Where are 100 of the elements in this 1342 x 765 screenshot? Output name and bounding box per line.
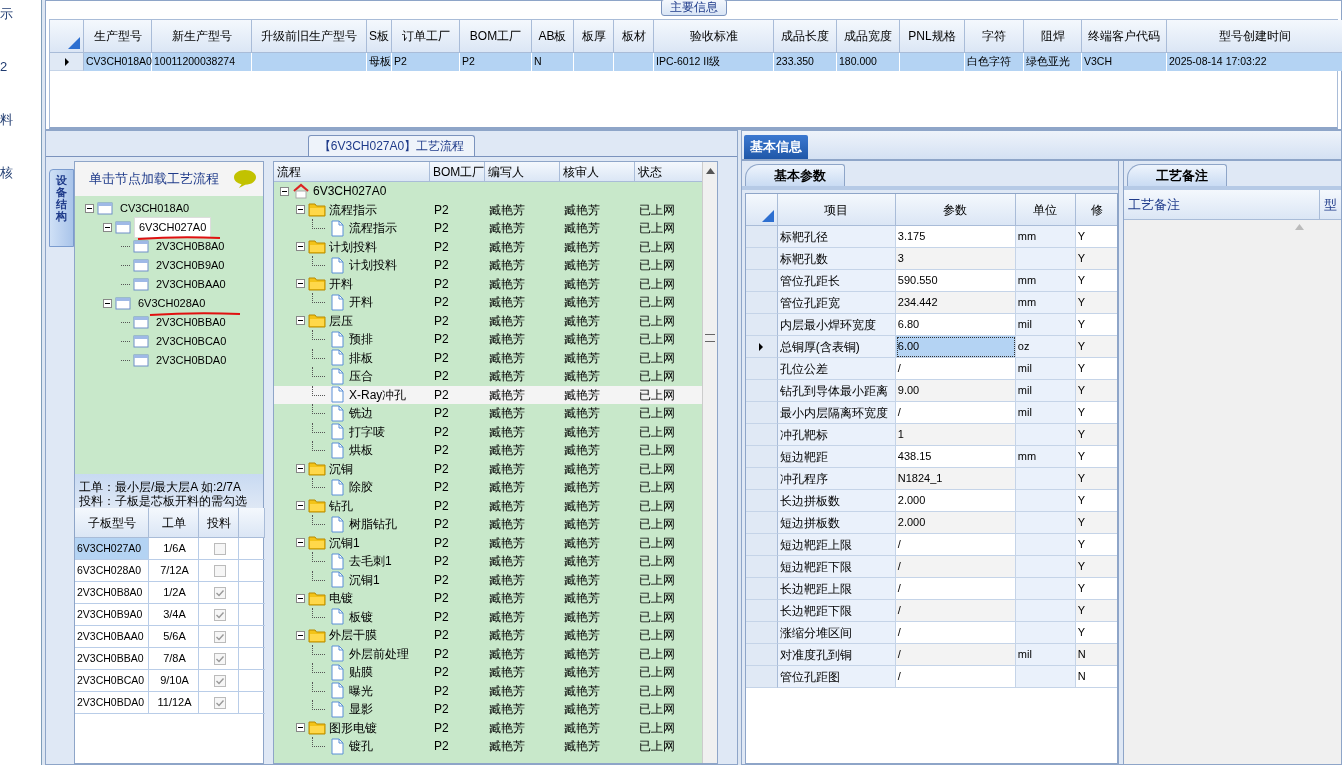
table-cell[interactable]: 6V3CH028A0 bbox=[75, 560, 149, 582]
checkbox[interactable] bbox=[213, 652, 226, 665]
tree-node[interactable]: 层压 bbox=[329, 311, 353, 330]
tree-node[interactable]: 曝光 bbox=[349, 681, 373, 700]
tree-node[interactable]: 镀孔 bbox=[349, 737, 373, 756]
column-header[interactable]: 状态 bbox=[635, 162, 703, 182]
nav-item[interactable]: 2 bbox=[0, 53, 41, 106]
tree-node[interactable]: 贴膜 bbox=[349, 663, 373, 682]
table-cell[interactable]: 2V3CH0BDA0 bbox=[75, 692, 149, 714]
value-field[interactable]: 3 bbox=[895, 248, 1016, 270]
tree-node[interactable]: 计划投料 bbox=[349, 256, 397, 275]
checkbox[interactable] bbox=[213, 674, 226, 687]
column-header[interactable]: 生产型号 bbox=[84, 20, 152, 53]
column-header[interactable]: 终端客户代码 bbox=[1082, 20, 1167, 53]
expand-toggle-icon[interactable] bbox=[296, 723, 305, 733]
expand-toggle-icon[interactable] bbox=[296, 205, 305, 215]
scroll-up-icon[interactable] bbox=[705, 168, 715, 174]
value-field[interactable]: / bbox=[895, 556, 1016, 578]
column-header[interactable]: 子板型号 bbox=[75, 508, 149, 538]
tree-node[interactable]: 沉铜1 bbox=[349, 570, 380, 589]
tree-node[interactable]: 外层前处理 bbox=[349, 644, 409, 663]
tree-node[interactable]: 图形电镀 bbox=[329, 718, 377, 737]
column-header[interactable]: 订单工厂 bbox=[392, 20, 460, 53]
value-field[interactable]: 6.00 bbox=[895, 336, 1016, 358]
column-header[interactable]: 参数 bbox=[895, 194, 1016, 226]
row-header[interactable] bbox=[745, 446, 778, 468]
tree-node[interactable]: 2V3CH0BAA0 bbox=[152, 275, 230, 294]
value-field[interactable]: 234.442 bbox=[895, 292, 1016, 314]
row-header[interactable] bbox=[745, 270, 778, 292]
tree-node[interactable]: 2V3CH0B9A0 bbox=[152, 256, 229, 275]
row-header[interactable] bbox=[745, 424, 778, 446]
expand-toggle-icon[interactable] bbox=[296, 316, 305, 326]
side-tab[interactable]: 设备结构 bbox=[49, 169, 74, 247]
column-header[interactable]: 升级前旧生产型号 bbox=[252, 20, 367, 53]
value-field[interactable]: 438.15 bbox=[895, 446, 1016, 468]
tree-node[interactable]: 流程指示 bbox=[349, 219, 397, 238]
column-header[interactable]: S板 bbox=[367, 20, 392, 53]
tree-node[interactable]: 电镀 bbox=[329, 589, 353, 608]
expand-toggle-icon[interactable] bbox=[296, 279, 305, 289]
value-field[interactable]: / bbox=[895, 402, 1016, 424]
checkbox[interactable] bbox=[213, 542, 226, 555]
value-field[interactable]: / bbox=[895, 666, 1016, 688]
column-header[interactable]: 板材 bbox=[614, 20, 654, 53]
row-header[interactable] bbox=[745, 644, 778, 666]
column-header[interactable]: 核审人 bbox=[560, 162, 635, 182]
tree-node[interactable]: 2V3CH0BDA0 bbox=[152, 351, 231, 370]
checkbox[interactable] bbox=[213, 630, 226, 643]
tree-node[interactable]: 6V3CH027A0 bbox=[134, 217, 212, 238]
row-header[interactable] bbox=[745, 314, 778, 336]
tab[interactable]: 工艺备注 bbox=[1127, 163, 1228, 186]
tree-node[interactable]: 铣边 bbox=[349, 404, 373, 423]
column-header[interactable]: 阻焊 bbox=[1024, 20, 1082, 53]
expand-toggle-icon[interactable] bbox=[296, 593, 305, 603]
column-header[interactable]: 板厚 bbox=[574, 20, 614, 53]
value-field[interactable]: / bbox=[895, 644, 1016, 666]
tree-node[interactable]: 沉铜1 bbox=[329, 533, 360, 552]
value-field[interactable]: 9.00 bbox=[895, 380, 1016, 402]
expand-toggle-icon[interactable] bbox=[85, 204, 94, 213]
table-cell[interactable]: 2V3CH0BBA0 bbox=[75, 648, 149, 670]
row-header[interactable] bbox=[745, 578, 778, 600]
tree-node[interactable]: 开料 bbox=[349, 293, 373, 312]
column-header[interactable]: 工艺备注 bbox=[1128, 194, 1181, 215]
value-field[interactable]: / bbox=[895, 534, 1016, 556]
tree-node[interactable]: 2V3CH0BCA0 bbox=[152, 332, 231, 351]
expand-toggle-icon[interactable] bbox=[296, 630, 305, 640]
column-header[interactable]: 验收标准 bbox=[654, 20, 774, 53]
tree-node[interactable]: 预排 bbox=[349, 330, 373, 349]
tree-node[interactable]: 排板 bbox=[349, 348, 373, 367]
row-header[interactable] bbox=[745, 600, 778, 622]
tree-node[interactable]: X-Ray冲孔 bbox=[349, 385, 407, 404]
table-cell[interactable]: 2V3CH0B8A0 bbox=[75, 582, 149, 604]
checkbox[interactable] bbox=[213, 696, 226, 709]
column-header[interactable]: 新生产型号 bbox=[152, 20, 252, 53]
tree-node[interactable]: 钻孔 bbox=[329, 496, 353, 515]
column-header[interactable]: AB板 bbox=[532, 20, 574, 53]
column-header[interactable]: 成品长度 bbox=[774, 20, 837, 53]
table-cell[interactable]: 2V3CH0BAA0 bbox=[75, 626, 149, 648]
row-header[interactable] bbox=[745, 380, 778, 402]
tree-node[interactable]: 外层干膜 bbox=[329, 626, 377, 645]
column-header[interactable]: 成品宽度 bbox=[837, 20, 900, 53]
tree-node[interactable]: 开料 bbox=[329, 274, 353, 293]
value-field[interactable]: 1 bbox=[895, 424, 1016, 446]
value-field[interactable]: 2.000 bbox=[895, 512, 1016, 534]
table-cell[interactable]: 2V3CH0BCA0 bbox=[75, 670, 149, 692]
column-header[interactable]: 编写人 bbox=[485, 162, 560, 182]
value-field[interactable]: 2.000 bbox=[895, 490, 1016, 512]
expand-toggle-icon[interactable] bbox=[296, 242, 305, 252]
column-header[interactable]: 型号创建时间 bbox=[1167, 20, 1342, 53]
tree-node[interactable]: 2V3CH0B8A0 bbox=[152, 237, 229, 256]
expand-toggle-icon[interactable] bbox=[103, 299, 112, 308]
tree-node[interactable]: 板镀 bbox=[349, 607, 373, 626]
tree-node[interactable]: 计划投料 bbox=[329, 237, 377, 256]
value-field[interactable]: 3.175 bbox=[895, 226, 1016, 248]
tree-node[interactable]: 去毛刺1 bbox=[349, 552, 392, 571]
tree-node[interactable]: 打字唛 bbox=[349, 422, 385, 441]
row-header[interactable] bbox=[745, 226, 778, 248]
nav-item[interactable]: 核 bbox=[0, 159, 41, 212]
expand-toggle-icon[interactable] bbox=[296, 538, 305, 548]
tree-node[interactable]: CV3CH018A0 bbox=[116, 199, 194, 218]
tree-node[interactable]: 流程指示 bbox=[329, 200, 377, 219]
